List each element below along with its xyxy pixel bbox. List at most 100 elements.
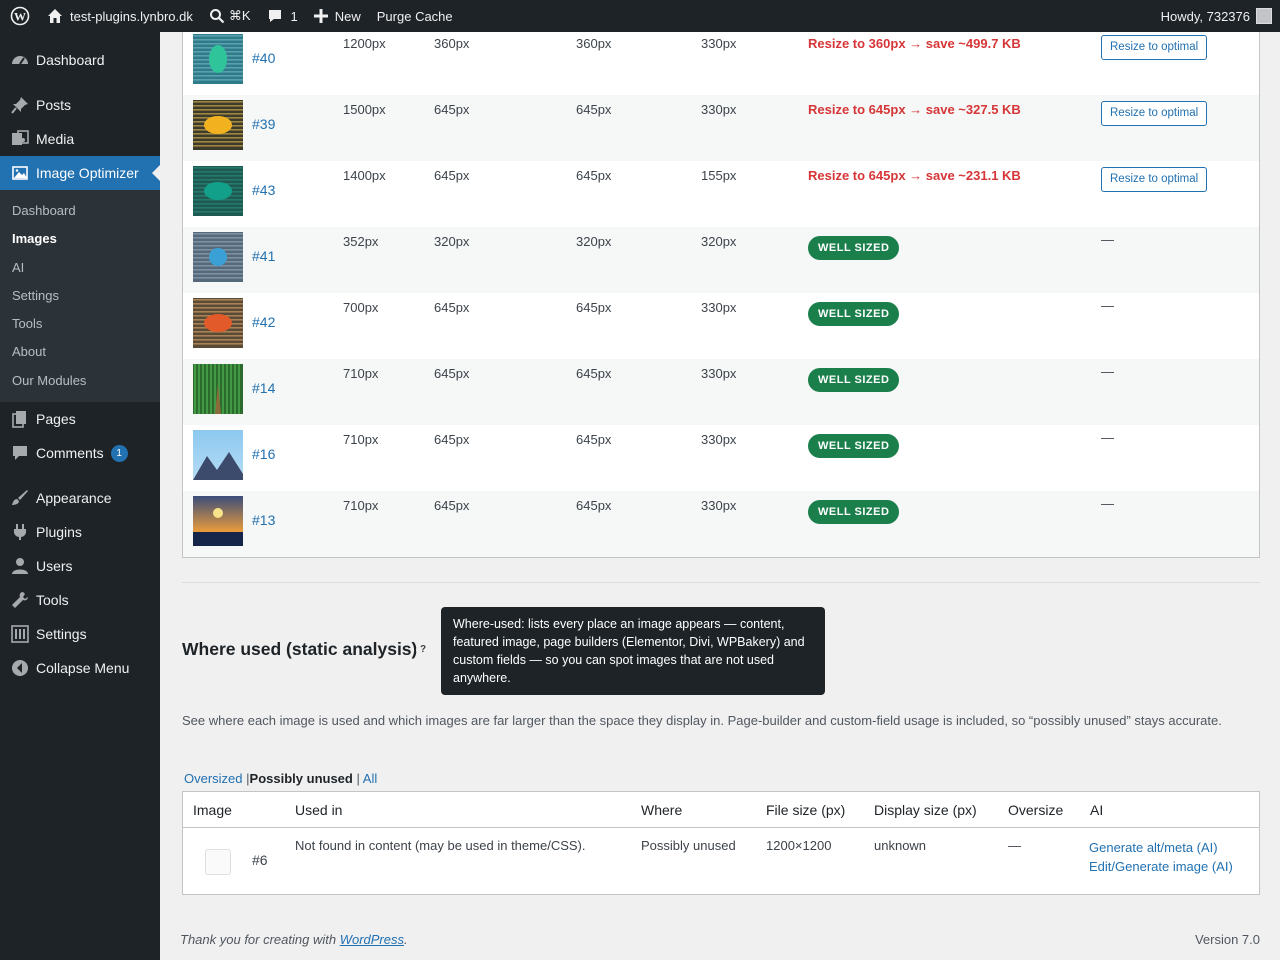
image-thumbnail[interactable] <box>193 34 243 84</box>
footer-thanks-suffix: . <box>404 932 408 947</box>
image-id-link[interactable]: #6 <box>252 852 268 868</box>
filter-separator: | <box>356 771 360 786</box>
no-action-dash: — <box>1101 496 1114 511</box>
filter-links: Oversized |Possibly unused | All <box>184 771 377 786</box>
filter-possibly-unused[interactable]: Possibly unused <box>250 771 353 786</box>
svg-text:W: W <box>14 10 26 24</box>
menu-label: Image Optimizer <box>36 165 139 181</box>
resize-to-optimal-button[interactable]: Resize to optimal <box>1101 167 1208 192</box>
largest-size-cell: 645px <box>434 300 470 315</box>
menu-collapse[interactable]: Collapse Menu <box>0 651 160 685</box>
original-size-cell: 710px <box>343 366 379 381</box>
content-size-cell: 360px <box>576 36 612 51</box>
resize-to-optimal-button[interactable]: Resize to optimal <box>1101 101 1208 126</box>
help-icon[interactable]: ? <box>416 643 430 657</box>
menu-plugins[interactable]: Plugins <box>0 515 160 549</box>
image-thumbnail[interactable] <box>193 430 243 480</box>
edit-generate-image-link[interactable]: Edit/Generate image (AI) <box>1089 857 1233 876</box>
table-row: #43 1400px 645px 645px 155px Resize to 645px … <box>183 161 1259 227</box>
admin-sidebar: Dashboard Posts Media Image Optimizer Da… <box>0 32 160 960</box>
image-id-link[interactable]: #43 <box>252 182 275 198</box>
new-content-button[interactable]: New <box>306 0 369 32</box>
menu-image-optimizer[interactable]: Image Optimizer <box>0 156 160 190</box>
image-id-link[interactable]: #13 <box>252 512 275 528</box>
oversize-cell: — <box>1008 838 1021 853</box>
well-sized-badge: WELL SIZED <box>808 302 900 326</box>
submenu-about[interactable]: About <box>0 338 160 366</box>
used-in-cell: Not found in content (may be used in the… <box>295 838 586 853</box>
well-sized-badge: WELL SIZED <box>808 434 900 458</box>
submenu-images[interactable]: Images <box>0 225 160 253</box>
menu-media[interactable]: Media <box>0 122 160 156</box>
well-sized-badge: WELL SIZED <box>808 236 900 260</box>
menu-comments[interactable]: Comments 1 <box>0 436 160 470</box>
file-size-cell: 1200×1200 <box>766 838 832 853</box>
where-used-table: Image Used in Where File size (px) Displ… <box>182 791 1260 895</box>
menu-label: Posts <box>36 97 72 113</box>
plus-icon <box>313 9 328 23</box>
min-size-cell: 320px <box>701 234 737 249</box>
image-id-link[interactable]: #42 <box>252 314 275 330</box>
image-thumbnail[interactable] <box>193 166 243 216</box>
table-header: Image Used in Where File size (px) Displ… <box>183 792 1259 828</box>
largest-size-cell: 645px <box>434 432 470 447</box>
content-size-cell: 645px <box>576 366 612 381</box>
image-id-link[interactable]: #16 <box>252 446 275 462</box>
image-thumbnail-placeholder[interactable] <box>205 849 231 875</box>
menu-label: Tools <box>36 592 69 609</box>
menu-dashboard[interactable]: Dashboard <box>0 43 160 77</box>
image-thumbnail[interactable] <box>193 232 243 282</box>
menu-pages[interactable]: Pages <box>0 402 160 436</box>
resize-to-optimal-button[interactable]: Resize to optimal <box>1101 35 1208 60</box>
image-thumbnail[interactable] <box>193 496 243 546</box>
image-thumbnail[interactable] <box>193 100 243 150</box>
menu-settings[interactable]: Settings <box>0 617 160 651</box>
submenu-our-modules[interactable]: Our Modules <box>0 367 160 395</box>
largest-size-cell: 645px <box>434 498 470 513</box>
home-icon <box>48 9 62 23</box>
howdy-text: Howdy, 732376 <box>1160 8 1250 24</box>
resize-recommendation: Resize to 360px → save ~499.7 KB <box>808 36 1021 51</box>
comments-link[interactable]: 1 <box>259 0 306 32</box>
comments-badge: 1 <box>110 444 128 462</box>
site-name-link[interactable]: test-plugins.lynbro.dk <box>38 0 201 32</box>
original-size-cell: 352px <box>343 234 379 249</box>
image-id-link[interactable]: #39 <box>252 116 275 132</box>
image-thumbnail[interactable] <box>193 364 243 414</box>
table-row: #14 710px 645px 645px 330px WELL SIZED — <box>183 359 1259 425</box>
wordpress-logo-button[interactable]: W <box>0 0 38 32</box>
min-size-cell: 330px <box>701 366 737 381</box>
footer-thanks: Thank you for creating with WordPress. <box>180 932 408 947</box>
submenu-tools[interactable]: Tools <box>0 310 160 338</box>
wordpress-link[interactable]: WordPress <box>340 932 404 947</box>
menu-tools[interactable]: Tools <box>0 583 160 617</box>
content-size-cell: 645px <box>576 102 612 117</box>
image-id-link[interactable]: #14 <box>252 380 275 396</box>
filter-all[interactable]: All <box>363 771 377 786</box>
command-search-button[interactable]: ⌘K <box>201 0 259 32</box>
original-size-cell: 1200px <box>343 36 386 51</box>
submenu-ai[interactable]: AI <box>0 254 160 282</box>
site-name: test-plugins.lynbro.dk <box>70 8 193 24</box>
well-sized-badge: WELL SIZED <box>808 500 900 524</box>
submenu-settings[interactable]: Settings <box>0 282 160 310</box>
submenu-dashboard[interactable]: Dashboard <box>0 197 160 225</box>
image-id-link[interactable]: #41 <box>252 248 275 264</box>
where-used-description: See where each image is used and which i… <box>182 713 1222 728</box>
image-id-link[interactable]: #40 <box>252 50 275 66</box>
main-content: #40 1200px 360px 360px 330px Resize to 360px … <box>160 32 1280 960</box>
footer-version: Version 7.0 <box>1194 932 1260 947</box>
filter-oversized[interactable]: Oversized <box>184 771 243 786</box>
menu-users[interactable]: Users <box>0 549 160 583</box>
account-menu[interactable]: Howdy, 732376 <box>1153 0 1280 32</box>
image-thumbnail[interactable] <box>193 298 243 348</box>
menu-posts[interactable]: Posts <box>0 88 160 122</box>
image-optimizer-submenu: Dashboard Images AI Settings Tools About… <box>0 190 160 403</box>
display-size-cell: unknown <box>874 838 927 853</box>
menu-appearance[interactable]: Appearance <box>0 481 160 515</box>
column-oversize: Oversize <box>1008 802 1064 818</box>
content-size-cell: 645px <box>576 498 612 513</box>
generate-alt-meta-link[interactable]: Generate alt/meta (AI) <box>1089 838 1233 857</box>
purge-cache-button[interactable]: Purge Cache <box>369 0 461 32</box>
table-row: #16 710px 645px 645px 330px WELL SIZED — <box>183 425 1259 491</box>
